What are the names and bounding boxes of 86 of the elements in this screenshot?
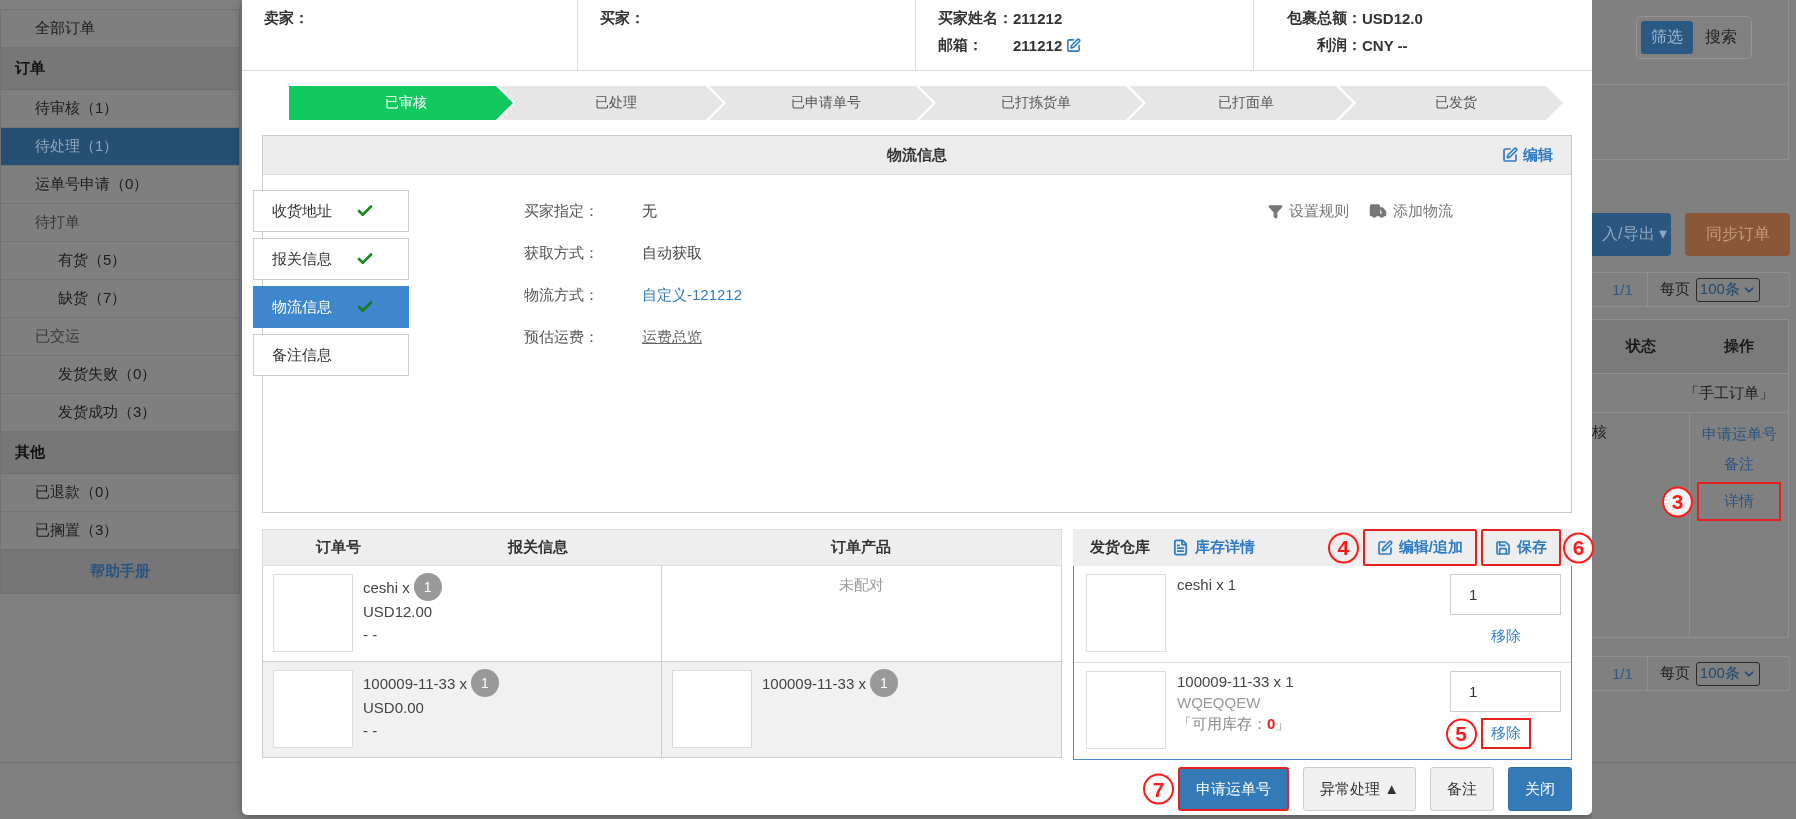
field-label: 买家指定： [524, 201, 600, 221]
field-link[interactable]: 运费总览 [642, 327, 702, 347]
dialog-button[interactable]: 关闭 [1508, 767, 1572, 811]
product-name: 100009-11-33 x [762, 674, 866, 692]
column-header: 订单产品 [829, 538, 893, 557]
quantity-badge: 1 [869, 669, 898, 697]
summary-value: 211212 [1013, 10, 1063, 27]
section-tab[interactable]: 备注信息 [253, 334, 409, 376]
stock-details-link[interactable]: 库存详情 [1172, 538, 1255, 557]
toggle-option[interactable]: 筛选 [1641, 21, 1693, 54]
field-label: 获取方式： [524, 243, 600, 263]
per-page-select[interactable]: 100条 [1695, 277, 1760, 302]
field-value: 无 [642, 201, 657, 221]
column-header: 操作 [1723, 337, 1755, 356]
quantity-input[interactable]: 1 [1450, 671, 1561, 712]
summary-value: USD12.0 [1362, 10, 1423, 27]
column-header: 订单号 [314, 538, 363, 557]
dialog-button[interactable]: 异常处理 ▲ [1303, 767, 1416, 811]
summary-label: 包裹总额： [1286, 9, 1362, 28]
callout-number: 7 [1143, 773, 1174, 805]
price: USD0.00 [363, 698, 425, 718]
callout-number: 4 [1327, 532, 1359, 563]
truck-icon [1369, 202, 1387, 220]
rules-link[interactable]: 设置规则 [1268, 201, 1349, 221]
per-page-select[interactable]: 100条 [1695, 661, 1760, 686]
status-text: 核 [1592, 423, 1607, 440]
progress-step: 已打面单 [1129, 86, 1353, 120]
progress-step: 已发货 [1339, 86, 1563, 120]
product-name: 100009-11-33 x [363, 674, 467, 692]
note: - - [363, 721, 379, 741]
summary-label: 利润： [1316, 36, 1362, 55]
warehouse-title: 发货仓库 [1090, 538, 1150, 557]
summary-value: CNY -- [1362, 37, 1408, 54]
product-name: 100009-11-33 x 1 [1177, 672, 1295, 692]
summary-label: 买家： [600, 9, 645, 28]
summary-value: 211212 [1013, 37, 1063, 54]
unmatched-label: 未配对 [839, 576, 884, 595]
sidebar-item[interactable]: 待处理（1） [1, 128, 239, 166]
add-logistics-link[interactable]: 添加物流 [1369, 201, 1453, 221]
edit-link[interactable]: 编辑 [1502, 145, 1553, 165]
section-tab[interactable]: 报关信息 [253, 238, 409, 280]
callout-number: 5 [1445, 718, 1477, 749]
page-count: 1/1 [1592, 657, 1648, 690]
quantity-input[interactable]: 1 [1450, 574, 1561, 615]
per-page-label: 每页 [1659, 280, 1690, 299]
edit-icon [1376, 539, 1393, 556]
product-name: ceshi x [363, 578, 410, 596]
summary-label: 买家姓名： [938, 9, 1013, 28]
progress-step: 已打拣货单 [919, 86, 1143, 120]
toggle-option[interactable]: 搜索 [1695, 21, 1747, 54]
field-value: 自动获取 [642, 243, 702, 263]
page-count: 1/1 [1592, 273, 1648, 306]
section-tab[interactable]: 物流信息 [253, 286, 409, 328]
progress-step: 已申请单号 [709, 86, 933, 120]
panel-title: 物流信息 [887, 145, 947, 165]
column-header: 报关信息 [506, 538, 570, 557]
sync-orders-button[interactable]: 同步订单 [1685, 213, 1790, 256]
summary-label: 邮箱： [938, 36, 984, 55]
callout-number: 3 [1662, 486, 1693, 517]
note: - - [363, 625, 379, 645]
summary-label: 卖家： [264, 9, 309, 28]
field-label: 物流方式： [524, 285, 600, 305]
stock-text: 「可用库存：0」 [1177, 714, 1292, 734]
field-link[interactable]: 自定义-121212 [642, 285, 743, 305]
group-label: 「手工订单」 [1684, 383, 1774, 403]
product-sku: WQEQQEW [1177, 693, 1262, 713]
column-header: 状态 [1624, 337, 1657, 356]
field-label: 预估运费： [524, 327, 600, 347]
sidebar-section-title: 其他 [1, 432, 239, 474]
edit-icon [1502, 147, 1518, 163]
quantity-badge: 1 [413, 573, 442, 601]
filter-icon [1268, 203, 1283, 219]
product-name: ceshi x 1 [1177, 575, 1238, 595]
save-icon [1495, 539, 1511, 556]
remove-link[interactable]: 移除 [1480, 621, 1531, 652]
per-page-label: 每页 [1659, 664, 1690, 683]
sidebar-section-title: 订单 [1, 48, 239, 90]
import-export-button[interactable]: 入/导出 ▾ [1592, 213, 1671, 256]
progress-step: 已审核 [289, 86, 513, 120]
dialog-button[interactable]: 备注 [1430, 767, 1494, 811]
quantity-badge: 1 [470, 669, 499, 697]
document-icon [1172, 539, 1189, 556]
section-tab[interactable]: 收货地址 [253, 190, 409, 232]
edit-icon[interactable] [1066, 38, 1082, 53]
progress-step: 已处理 [499, 86, 723, 120]
price: USD12.00 [363, 602, 434, 622]
